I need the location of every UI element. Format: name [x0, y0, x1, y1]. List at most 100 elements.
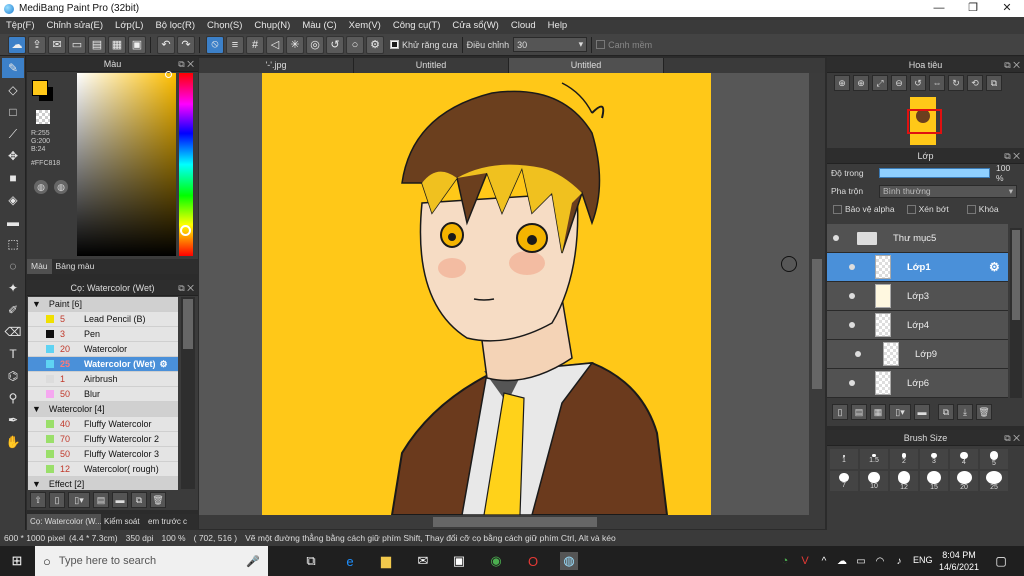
concentric-snap-icon[interactable]: ◎ [306, 35, 324, 54]
delete-layer-icon[interactable]: 🗑 [976, 404, 992, 420]
flip-icon[interactable]: ⇔ [929, 75, 945, 91]
volume-icon[interactable]: ♪ [890, 552, 908, 570]
sync-tray-icon[interactable]: ◔ [776, 552, 794, 570]
visibility-eye-icon[interactable] [833, 235, 839, 241]
brush-size-cell[interactable]: 15 [920, 471, 948, 491]
brush-item[interactable]: 3 Pen [28, 327, 178, 342]
brush-size-cell[interactable]: 10 [860, 471, 888, 491]
circle-snap-icon[interactable]: ○ [346, 35, 364, 54]
fill-rect-tool-icon[interactable]: ■ [2, 168, 24, 188]
tab-color[interactable]: Màu [27, 259, 52, 274]
cloud-tray-icon[interactable]: ☁ [833, 552, 851, 570]
hand-tool-icon[interactable]: ✋ [2, 432, 24, 452]
brush-size-cell[interactable]: 25 [980, 471, 1008, 491]
brush-item[interactable]: 70 Fluffy Watercolor 2 [28, 432, 178, 447]
settings-gear-icon[interactable]: ⚙ [366, 35, 384, 54]
menu-view[interactable]: Xem(V) [343, 17, 387, 34]
visibility-eye-icon[interactable] [855, 351, 861, 357]
delete-brush-icon[interactable]: 🗑 [150, 492, 166, 508]
panel-options-icon[interactable]: ⧉ ✕ [1004, 430, 1020, 446]
zoom-out-icon[interactable]: ⊖ [891, 75, 907, 91]
doc-tab-2[interactable]: Untitled [354, 58, 509, 73]
rotate-right-icon[interactable]: ↻ [948, 75, 964, 91]
chrome-icon[interactable]: ◉ [487, 552, 505, 570]
new-brush-icon[interactable]: ▯ [49, 492, 65, 508]
opera-icon[interactable]: O [524, 552, 542, 570]
brush-size-cell[interactable]: 20 [950, 471, 978, 491]
add-brush-icon[interactable]: ▯▾ [68, 492, 90, 508]
menu-tools[interactable]: Công cụ(T) [387, 17, 447, 34]
brush-item[interactable]: 25 Watercolor (Wet) ⚙ [28, 357, 178, 372]
blend-dropdown[interactable]: Bình thường ▾ [879, 184, 1017, 198]
dot-pen-tool-icon[interactable]: ⟋ [2, 124, 24, 144]
palette-add-icon[interactable]: ◍ [54, 180, 68, 194]
antialias-checkbox[interactable]: Khử răng cưa [390, 40, 458, 50]
wifi-icon[interactable]: ◠ [871, 552, 889, 570]
redo-icon[interactable]: ↷ [177, 35, 195, 54]
radial-snap-icon[interactable]: ✳ [286, 35, 304, 54]
parallel-snap-icon[interactable]: ≡ [226, 35, 244, 54]
add-layer-menu-icon[interactable]: ▯▾ [889, 404, 911, 420]
adjust-dropdown[interactable]: 30 ▾ [513, 37, 588, 52]
view-rectangle[interactable] [907, 109, 942, 134]
panel-options-icon[interactable]: ⧉ ✕ [178, 280, 194, 296]
menu-select[interactable]: Chọn(S) [201, 17, 248, 34]
mail-icon[interactable]: ✉ [414, 552, 432, 570]
layer-row[interactable]: Lớp1 ⚙ [827, 253, 1008, 282]
brush-folder-icon[interactable]: ▬ [112, 492, 128, 508]
transparent-swatch[interactable] [36, 110, 50, 124]
edge-browser-icon[interactable]: e [341, 552, 359, 570]
clock[interactable]: 8:04 PM 14/6/2021 [938, 549, 980, 573]
text-tool-icon[interactable]: T [2, 344, 24, 364]
panel-options-icon[interactable]: ⧉ ✕ [1004, 57, 1020, 73]
maximize-button[interactable]: ❐ [956, 0, 990, 17]
tab-brush[interactable]: Cọ: Watercolor (W... [27, 514, 101, 530]
protect-alpha-checkbox[interactable]: Bảo vệ alpha [833, 204, 895, 214]
panel-options-icon[interactable]: ⧉ ✕ [178, 56, 194, 72]
brush-group-header[interactable]: ▼ Watercolor [4] [28, 402, 178, 417]
mirror-icon[interactable]: ⧉ [986, 75, 1002, 91]
brush-size-cell[interactable]: 1 [830, 449, 858, 469]
reset-view-icon[interactable]: ⟲ [967, 75, 983, 91]
horizontal-scrollbar[interactable] [199, 515, 825, 529]
tray-expand-icon[interactable]: ^ [815, 552, 833, 570]
brush-item[interactable]: 5 Lead Pencil (B) [28, 312, 178, 327]
panel-icon[interactable]: ▣ [128, 35, 146, 54]
panel-divide-tool-icon[interactable]: ⌬ [2, 366, 24, 386]
brush-item[interactable]: 20 Watercolor [28, 342, 178, 357]
scroll-thumb[interactable] [183, 299, 193, 349]
edge-checkbox[interactable]: Canh mềm [596, 40, 652, 50]
close-button[interactable]: ✕ [990, 0, 1024, 17]
panel-options-icon[interactable]: ⧉ ✕ [1004, 148, 1020, 164]
eraser-tool-icon[interactable]: ◇ [2, 80, 24, 100]
collapse-triangle-icon[interactable]: ▼ [32, 479, 41, 489]
gradient-tool-icon[interactable]: ▬ [2, 212, 24, 232]
menu-filter[interactable]: Bộ lọc(R) [149, 17, 201, 34]
windows-start-icon[interactable]: ⊞ [8, 552, 26, 570]
layer-row[interactable]: Lớp4 [827, 311, 1008, 340]
hscroll-thumb[interactable] [433, 517, 597, 527]
collapse-triangle-icon[interactable]: ▼ [32, 404, 41, 414]
menu-edit[interactable]: Chỉnh sửa(E) [41, 17, 110, 34]
vanishing-point-icon[interactable]: ◁ [266, 35, 284, 54]
rotate-left-icon[interactable]: ↺ [910, 75, 926, 91]
vertical-scrollbar[interactable] [809, 73, 825, 515]
duplicate-layer-icon[interactable]: ⧉ [938, 404, 954, 420]
brush-item[interactable]: 50 Blur [28, 387, 178, 402]
share-icon[interactable]: ⇪ [28, 35, 46, 54]
move-tool-icon[interactable]: ✥ [2, 146, 24, 166]
upload-brush-icon[interactable]: ⇧ [30, 492, 46, 508]
brush-size-cell[interactable]: 7 [830, 471, 858, 491]
scroll-thumb[interactable] [1012, 230, 1020, 320]
collapse-triangle-icon[interactable]: ▼ [32, 299, 41, 309]
foreground-color-swatch[interactable] [32, 80, 48, 96]
select-pen-tool-icon[interactable]: ✐ [2, 300, 24, 320]
brush-size-cell[interactable]: 2 [890, 449, 918, 469]
lock-checkbox[interactable]: Khóa [966, 204, 999, 214]
menu-layer[interactable]: Lớp(L) [109, 17, 149, 34]
taskbar-search-box[interactable]: ○ Type here to search 🎤 [35, 546, 268, 576]
crop-icon[interactable]: ▭ [68, 35, 86, 54]
layer-row-clipped[interactable]: Lớp9 [827, 340, 1008, 369]
vivaldi-tray-icon[interactable]: V [796, 552, 814, 570]
brush-size-cell[interactable]: 3 [920, 449, 948, 469]
